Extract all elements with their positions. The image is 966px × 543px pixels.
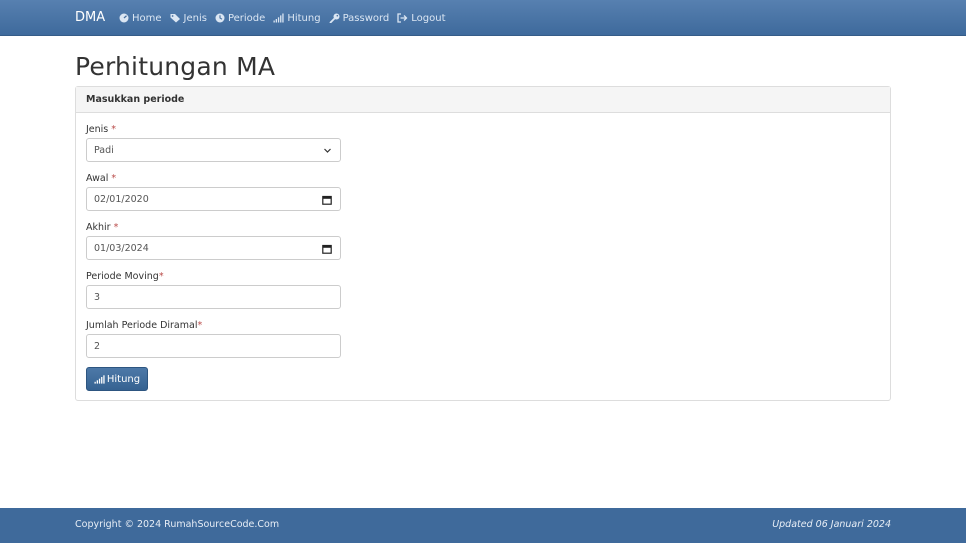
required-marker: * — [111, 124, 117, 135]
awal-date-value: 02/01/2020 — [94, 193, 149, 205]
required-marker: * — [111, 173, 117, 184]
nav-item-home[interactable]: Home — [119, 13, 162, 24]
sign-out-icon — [397, 13, 408, 23]
nav-item-jenis[interactable]: Jenis — [170, 13, 207, 24]
signal-icon — [273, 13, 284, 23]
jumlah-periode-label: Jumlah Periode Diramal* — [86, 320, 203, 331]
hitung-button[interactable]: Hitung — [86, 367, 148, 391]
awal-date-input[interactable]: 02/01/2020 — [86, 187, 341, 211]
required-marker: * — [158, 271, 164, 282]
page-title: Perhitungan MA — [75, 52, 276, 81]
copyright-text: Copyright © 2024 RumahSourceCode.Com — [75, 519, 280, 530]
dashboard-icon — [119, 13, 129, 23]
nav-item-label: Logout — [411, 12, 446, 24]
chevron-down-icon — [324, 148, 331, 153]
nav-item-hitung[interactable]: Hitung — [273, 12, 321, 24]
required-marker: * — [197, 320, 203, 331]
nav-item-label: Periode — [227, 12, 266, 24]
periode-moving-label: Periode Moving* — [86, 271, 164, 282]
key-icon — [328, 13, 340, 23]
nav-item-label: Hitung — [287, 12, 321, 24]
panel-heading: Masukkan periode — [76, 87, 890, 113]
akhir-label: Akhir * — [86, 222, 119, 233]
clock-icon — [215, 13, 225, 23]
akhir-date-value: 01/03/2024 — [94, 242, 149, 254]
nav-item-logout[interactable]: Logout — [397, 12, 446, 24]
calendar-icon[interactable] — [322, 195, 332, 205]
brand-link[interactable]: DMA — [75, 10, 105, 26]
nav-item-label: Home — [132, 12, 162, 24]
nav-menu: Home Jenis Periode Hitung Password Logou… — [119, 0, 454, 36]
hitung-button-label: Hitung — [106, 373, 141, 385]
jenis-label: Jenis * — [86, 124, 117, 135]
jenis-select[interactable]: Padi — [86, 138, 341, 162]
akhir-date-input[interactable]: 01/03/2024 — [86, 236, 341, 260]
signal-icon — [94, 374, 105, 384]
nav-item-label: Password — [342, 12, 390, 24]
jumlah-periode-input[interactable]: 2 — [86, 334, 341, 358]
tags-icon — [170, 14, 180, 23]
jumlah-periode-value: 2 — [94, 340, 101, 352]
updated-text: Updated 06 Januari 2024 — [772, 519, 891, 530]
jenis-select-value: Padi — [94, 144, 114, 156]
awal-label: Awal * — [86, 173, 117, 184]
required-marker: * — [113, 222, 119, 233]
footer: Copyright © 2024 RumahSourceCode.Com Upd… — [0, 508, 966, 543]
calendar-icon[interactable] — [322, 244, 332, 254]
nav-item-label: Jenis — [183, 12, 207, 24]
periode-moving-input[interactable]: 3 — [86, 285, 341, 309]
top-navbar: DMA Home Jenis Periode Hitung Password L… — [0, 0, 966, 36]
periode-moving-value: 3 — [94, 291, 101, 303]
period-form-panel: Masukkan periode Jenis * Padi Awal * 02/… — [75, 86, 891, 401]
nav-item-password[interactable]: Password — [328, 12, 390, 24]
nav-item-periode[interactable]: Periode — [215, 13, 265, 24]
